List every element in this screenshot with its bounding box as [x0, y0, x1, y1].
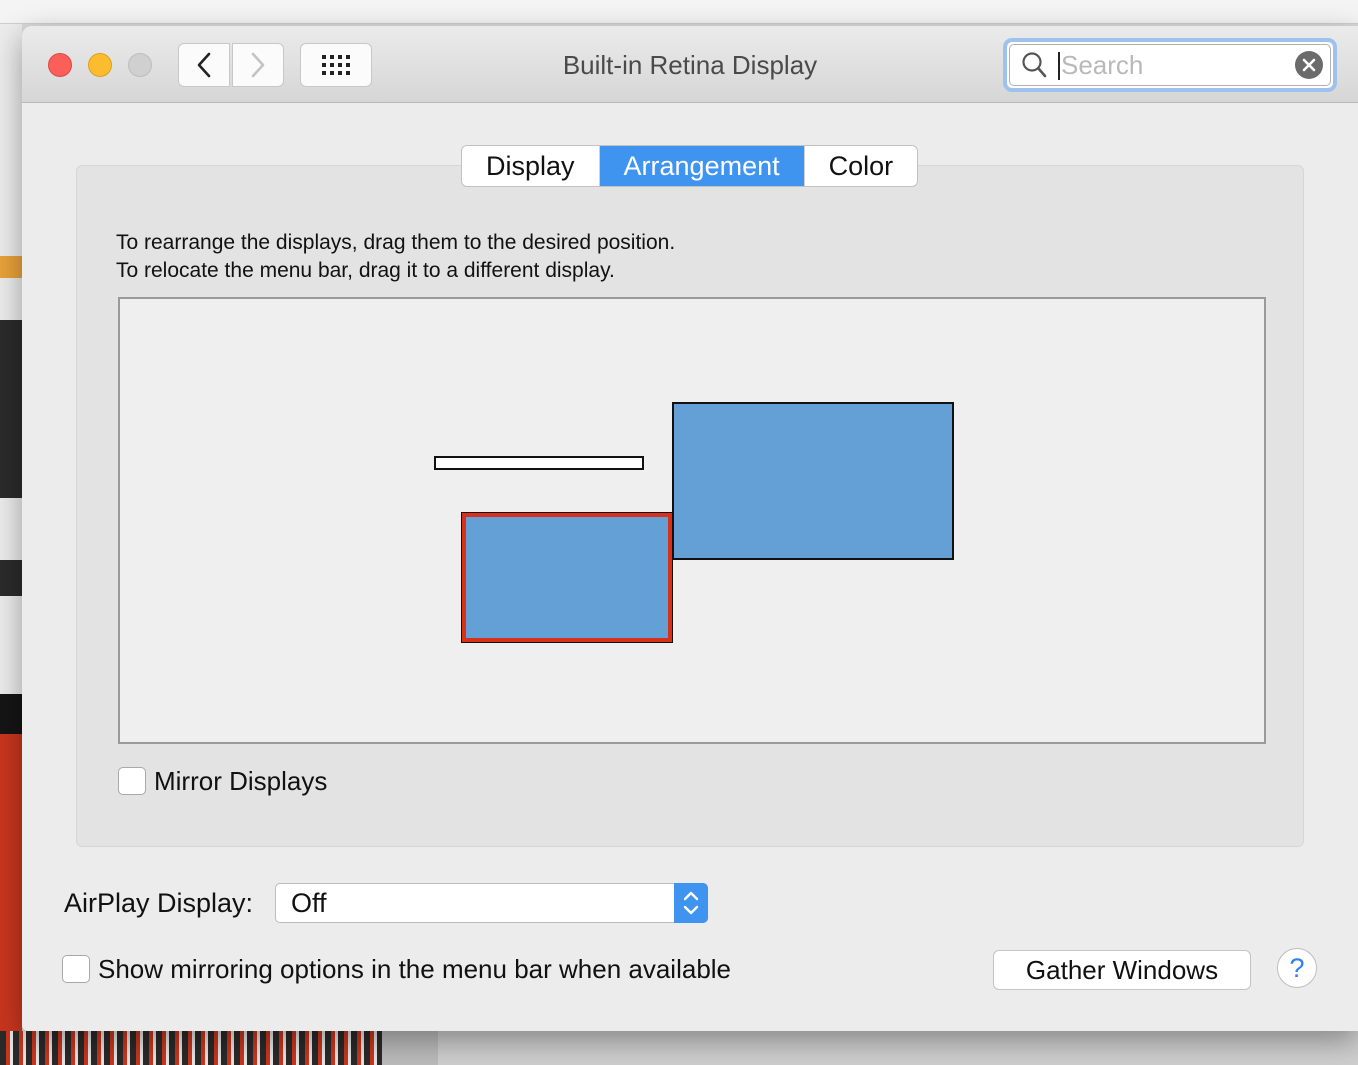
search-field[interactable] [1003, 38, 1337, 92]
clear-search-button[interactable] [1295, 51, 1323, 79]
mirror-displays-label[interactable]: Mirror Displays [154, 766, 327, 797]
desktop-bg-fragment [0, 694, 22, 734]
clear-icon [1302, 58, 1316, 72]
popup-arrows [674, 883, 708, 923]
search-icon [1022, 52, 1047, 78]
airplay-display-select[interactable]: Off [275, 883, 708, 923]
updown-chevron-icon [683, 891, 699, 915]
desktop-bg-fragment [0, 560, 22, 596]
desktop-bg-fragment [0, 1031, 382, 1065]
desktop-bottom-strip [0, 1031, 1358, 1065]
text-caret [1058, 52, 1060, 80]
mirror-displays-checkbox[interactable] [118, 767, 146, 795]
display-arrangement-area [118, 297, 1266, 744]
tab-display[interactable]: Display [462, 146, 600, 186]
desktop-background [0, 24, 22, 1065]
desktop-bg-fragment [382, 1031, 438, 1065]
search-input[interactable] [1061, 48, 1281, 82]
display-built-in[interactable] [462, 513, 672, 642]
tab-bar: Display Arrangement Color [461, 145, 919, 187]
show-mirroring-label[interactable]: Show mirroring options in the menu bar w… [98, 954, 731, 985]
instruction-text: To rearrange the displays, drag them to … [116, 231, 676, 254]
desktop-bg-fragment [0, 320, 22, 498]
desktop-top-strip [0, 0, 1358, 24]
show-mirroring-checkbox[interactable] [62, 955, 90, 983]
help-button[interactable]: ? [1277, 948, 1317, 988]
desktop-bg-fragment [0, 256, 22, 278]
menu-bar-handle[interactable] [434, 456, 644, 470]
airplay-display-label: AirPlay Display: [64, 888, 254, 918]
tab-color[interactable]: Color [805, 146, 918, 186]
display-external[interactable] [672, 402, 954, 560]
tab-arrangement[interactable]: Arrangement [599, 146, 805, 186]
instruction-text: To relocate the menu bar, drag it to a d… [116, 259, 615, 282]
desktop-bg-fragment [0, 734, 22, 1065]
title-bar[interactable]: Built-in Retina Display [22, 26, 1358, 103]
preferences-window: Built-in Retina Display Display Arrangem… [22, 26, 1358, 1031]
airplay-selected-value: Off [291, 888, 327, 918]
gather-windows-button[interactable]: Gather Windows [993, 950, 1251, 990]
